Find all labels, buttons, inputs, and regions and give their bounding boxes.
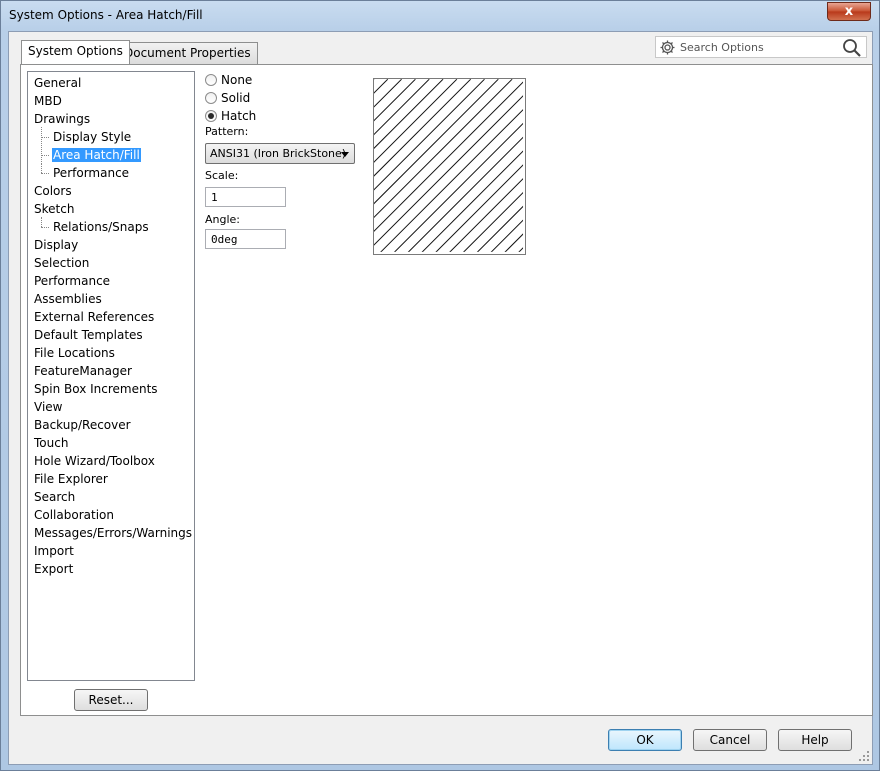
cancel-button[interactable]: Cancel xyxy=(693,729,767,751)
resize-grip-icon[interactable] xyxy=(858,750,870,762)
hatch-line xyxy=(374,79,513,219)
tree-item-export[interactable]: Export xyxy=(28,560,194,578)
chevron-down-icon xyxy=(341,152,349,157)
tree-item-touch[interactable]: Touch xyxy=(28,434,194,452)
hatch-line xyxy=(374,79,402,108)
hatch-line xyxy=(490,219,524,252)
hatch-line xyxy=(374,79,472,177)
close-button[interactable]: x xyxy=(827,2,871,21)
fill-solid-radio[interactable] xyxy=(205,92,217,104)
tab-system-options[interactable]: System Options xyxy=(21,40,130,64)
search-box[interactable] xyxy=(655,36,867,58)
tree-item-featuremanager[interactable]: FeatureManager xyxy=(28,362,194,380)
tree-item-sketch[interactable]: Sketch xyxy=(28,200,194,218)
hatch-line xyxy=(518,247,524,252)
tree-item-hole-wizard-toolbox[interactable]: Hole Wizard/Toolbox xyxy=(28,452,194,470)
pattern-value: ANSI31 (Iron BrickStone) xyxy=(210,147,347,160)
window-title: System Options - Area Hatch/Fill xyxy=(9,8,203,22)
tree-item-performance[interactable]: Performance xyxy=(28,272,194,290)
tree-item-external-references[interactable]: External References xyxy=(28,308,194,326)
options-dialog: System Options - Area Hatch/Fill x Syste… xyxy=(0,0,880,771)
tree-item-search[interactable]: Search xyxy=(28,488,194,506)
reset-button[interactable]: Reset... xyxy=(74,689,148,711)
search-input[interactable] xyxy=(678,39,838,55)
scale-input[interactable] xyxy=(205,187,286,207)
tree-item-display[interactable]: Display xyxy=(28,236,194,254)
fill-hatch-radio[interactable] xyxy=(205,110,217,122)
angle-label: Angle: xyxy=(205,213,241,226)
ok-button[interactable]: OK xyxy=(608,729,682,751)
hatch-line xyxy=(374,79,416,122)
fill-none-label: None xyxy=(221,73,253,87)
pattern-label: Pattern: xyxy=(205,125,249,138)
fill-none-radio[interactable] xyxy=(205,74,217,86)
fill-solid-label: Solid xyxy=(221,91,251,105)
tree-item-backup-recover[interactable]: Backup/Recover xyxy=(28,416,194,434)
pattern-select[interactable]: ANSI31 (Iron BrickStone) xyxy=(205,143,355,164)
hatch-line xyxy=(380,109,524,252)
tree-item-display-style[interactable]: Display Style xyxy=(28,127,194,146)
tree-item-collaboration[interactable]: Collaboration xyxy=(28,506,194,524)
gear-icon[interactable] xyxy=(659,39,676,56)
tree-item-messages-errors-warnings[interactable]: Messages/Errors/Warnings xyxy=(28,524,194,542)
help-button[interactable]: Help xyxy=(778,729,852,751)
title-bar[interactable]: System Options - Area Hatch/Fill x xyxy=(1,1,879,31)
tree-item-drawings-performance[interactable]: Performance xyxy=(28,163,194,182)
search-icon[interactable] xyxy=(842,38,862,58)
tree-item-file-explorer[interactable]: File Explorer xyxy=(28,470,194,488)
tree-item-area-hatch-fill[interactable]: Area Hatch/Fill xyxy=(28,145,194,164)
options-panel: General MBD Drawings Display Style Area … xyxy=(20,64,873,716)
tree-item-general[interactable]: General xyxy=(28,74,194,92)
tree-item-assemblies[interactable]: Assemblies xyxy=(28,290,194,308)
tab-document-properties[interactable]: Document Properties xyxy=(117,42,258,64)
tree-item-mbd[interactable]: MBD xyxy=(28,92,194,110)
angle-input[interactable] xyxy=(205,229,286,249)
hatch-line xyxy=(374,79,430,136)
tree-item-selection[interactable]: Selection xyxy=(28,254,194,272)
tree-item-default-templates[interactable]: Default Templates xyxy=(28,326,194,344)
hatch-line xyxy=(374,79,375,80)
tree-item-relations-snaps[interactable]: Relations/Snaps xyxy=(28,217,194,236)
tree-item-drawings[interactable]: Drawings xyxy=(28,110,194,128)
fill-hatch-label: Hatch xyxy=(221,109,257,123)
scale-label: Scale: xyxy=(205,169,239,182)
tree-item-import[interactable]: Import xyxy=(28,542,194,560)
hatch-line xyxy=(463,191,524,252)
tree-item-file-locations[interactable]: File Locations xyxy=(28,344,194,362)
dialog-client-area: System Options Document Properties Gener… xyxy=(8,31,873,765)
options-tree[interactable]: General MBD Drawings Display Style Area … xyxy=(27,71,195,681)
tree-item-colors[interactable]: Colors xyxy=(28,182,194,200)
hatch-preview xyxy=(373,78,526,255)
tree-item-spin-box-increments[interactable]: Spin Box Increments xyxy=(28,380,194,398)
tree-item-view[interactable]: View xyxy=(28,398,194,416)
hatch-line xyxy=(374,79,444,149)
